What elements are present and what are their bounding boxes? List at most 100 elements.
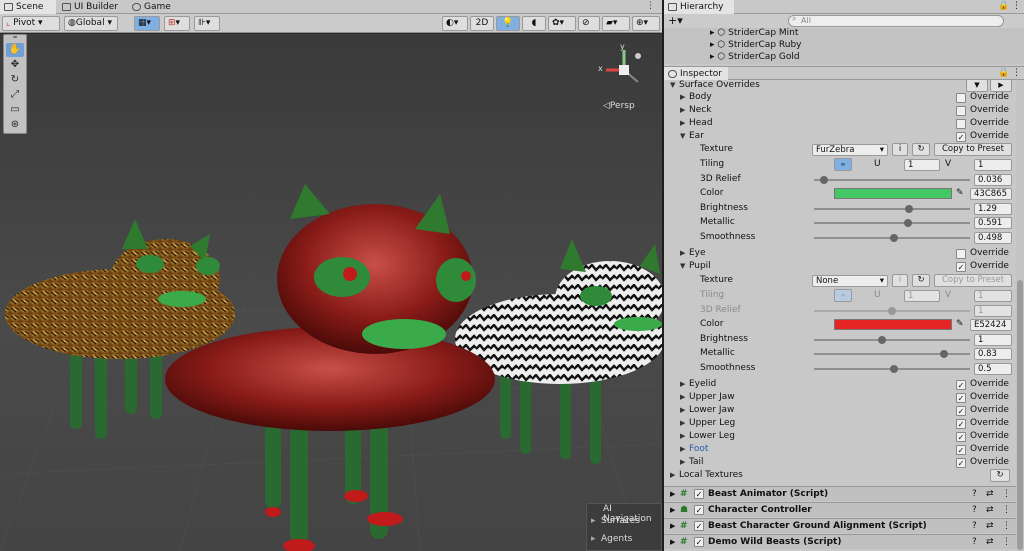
part-row-pupil[interactable]: ▼ Pupil ✓ Override [664,260,1016,273]
tool-strip-handle[interactable]: ═ [6,35,24,41]
ear-metallic-slider-handle[interactable] [903,219,912,227]
component-header[interactable]: ▶ ☗ ✓ Character Controller? ⇄ ⋮ [664,502,1016,517]
part-row-head[interactable]: ▶ Head Override [664,117,1016,130]
pupil-smoothness-field[interactable]: 0.5 [974,363,1012,375]
ear-reset-icon[interactable]: ↻ [912,143,930,156]
pupil-texture-info-icon[interactable]: i [892,274,908,287]
part-row-tail[interactable]: ▶ Tail ✓ Override [664,456,1016,469]
ear-smoothness-slider-handle[interactable] [889,234,898,242]
ear-brightness-field[interactable]: 1.29 [974,203,1012,215]
component-header[interactable]: ▶ # ✓ Demo Wild Beasts (Script)? ⇄ ⋮ [664,534,1016,549]
tab-game[interactable]: Game [128,0,178,14]
inspector-lock-icon[interactable]: 🔒 [998,68,1009,78]
component-menu-icon[interactable]: ⋮ [1002,487,1011,501]
pupil-color-hex-field[interactable]: E52424 [970,319,1012,331]
effects-dropdown[interactable]: ✿▾ [548,16,576,31]
override-checkbox[interactable] [956,106,966,116]
transform-tool-icon[interactable]: ⊛ [6,118,24,132]
pupil-tiling-link-icon[interactable]: ∞ [834,289,852,302]
component-header[interactable]: ▶ # ✓ Beast Character Ground Alignment (Scr… [664,518,1016,533]
audio-toggle[interactable]: ◖ [522,16,546,31]
mode-2d-toggle[interactable]: 2D [470,16,494,31]
override-checkbox[interactable] [956,119,966,129]
orientation-gizmo[interactable]: y x [598,42,650,94]
pupil-brightness-field[interactable]: 1 [974,334,1012,346]
preset-icon[interactable]: ⇄ [986,535,994,549]
hidden-objects-toggle[interactable]: ⊘ [578,16,600,31]
pivot-dropdown[interactable]: ⌞ Pivot ▾ [2,16,60,31]
pupil-tiling-u-field[interactable]: 1 [904,290,940,302]
ear-relief-slider-handle[interactable] [820,176,829,184]
component-enabled-checkbox[interactable]: ✓ [694,537,704,547]
camera-dropdown[interactable]: ▰▾ [602,16,630,31]
kebab-menu-icon[interactable]: ⋮ [646,1,655,11]
scene-viewport[interactable]: y x ◁Persp ═ ✋ ✥ ↻ ⤢ ▭ ⊛ [0,34,662,551]
pupil-relief-field[interactable]: 1 [974,305,1012,317]
help-icon[interactable]: ? [972,535,977,549]
ear-texture-dropdown[interactable]: FurZebra ▾ [812,144,888,156]
rect-tool-icon[interactable]: ▭ [6,103,24,117]
hierarchy-menu-icon[interactable]: ⋮ [1012,1,1021,11]
move-tool-icon[interactable]: ✥ [6,58,24,72]
pupil-tiling-v-field[interactable]: 1 [974,290,1012,302]
component-enabled-checkbox[interactable]: ✓ [694,521,704,531]
override-checkbox[interactable]: ✓ [956,406,966,416]
override-checkbox[interactable]: ✓ [956,445,966,455]
surfaces-arrow-icon[interactable]: ▸ [591,516,596,526]
hierarchy-item[interactable]: ▸ ⬡ StriderCap Gold [710,52,800,63]
shading-mode-button[interactable]: ◐▾ [442,16,468,31]
rotate-tool-icon[interactable]: ↻ [6,73,24,87]
override-checkbox[interactable] [956,93,966,103]
eyedropper-icon[interactable]: ✎ [956,187,964,200]
override-checkbox[interactable]: ✓ [956,380,966,390]
lock-icon[interactable]: 🔒 [998,1,1009,11]
pupil-metallic-field[interactable]: 0.83 [974,348,1012,360]
pupil-reset-icon[interactable]: ↻ [912,274,930,287]
ear-tiling-link-icon[interactable]: ∞ [834,158,852,171]
override-checkbox[interactable]: ✓ [956,419,966,429]
component-header[interactable]: ▶ # ✓ Beast Animator (Script)? ⇄ ⋮ [664,486,1016,501]
part-row-ear[interactable]: ▼ Ear ✓ Override [664,130,1016,143]
part-row-lower-leg[interactable]: ▶ Lower Leg ✓ Override [664,430,1016,443]
help-icon[interactable]: ? [972,503,977,517]
persp-label[interactable]: ◁Persp [603,101,635,111]
ear-color-swatch[interactable] [834,188,952,199]
part-row-lower-jaw[interactable]: ▶ Lower Jaw ✓ Override [664,404,1016,417]
ear-tiling-u-field[interactable]: 1 [904,159,940,171]
ai-nav-agents[interactable]: Agents [601,534,632,544]
help-icon[interactable]: ? [972,519,977,533]
ear-smoothness-field[interactable]: 0.498 [974,232,1012,244]
component-menu-icon[interactable]: ⋮ [1002,535,1011,549]
pupil-copy-to-preset-button[interactable]: Copy to Preset [934,274,1012,287]
ear-color-hex-field[interactable]: 43C865 [970,188,1012,200]
lighting-toggle[interactable]: 💡 [496,16,520,31]
help-icon[interactable]: ? [972,487,977,501]
align-button[interactable]: ⊪▾ [194,16,220,31]
part-row-upper-jaw[interactable]: ▶ Upper Jaw ✓ Override [664,391,1016,404]
pupil-relief-slider-handle[interactable] [888,307,896,315]
scrollbar-thumb[interactable] [1017,280,1023,550]
ear-brightness-slider-handle[interactable] [905,205,914,213]
tab-ui-builder[interactable]: UI Builder [58,0,128,14]
hierarchy-item[interactable]: ▸ ⬡ StriderCap Mint [710,28,798,39]
part-row-upper-leg[interactable]: ▶ Upper Leg ✓ Override [664,417,1016,430]
pupil-color-swatch[interactable] [834,319,952,330]
hand-tool-icon[interactable]: ✋ [6,43,24,57]
override-checkbox[interactable]: ✓ [956,132,966,142]
override-checkbox[interactable] [956,249,966,259]
ear-metallic-field[interactable]: 0.591 [974,217,1012,229]
agents-arrow-icon[interactable]: ▸ [591,534,596,544]
override-checkbox[interactable]: ✓ [956,432,966,442]
scale-tool-icon[interactable]: ⤢ [6,88,24,102]
preset-icon[interactable]: ⇄ [986,519,994,533]
local-textures-refresh-icon[interactable]: ↻ [990,469,1010,482]
snap-increment-button[interactable]: ⊞▾ [164,16,190,31]
part-row-eyelid[interactable]: ▶ Eyelid ✓ Override [664,378,1016,391]
grid-snap-button[interactable]: ▦▾ [134,16,160,31]
part-row-foot[interactable]: ▶ Foot ✓ Override [664,443,1016,456]
ear-texture-info-icon[interactable]: i [892,143,908,156]
component-menu-icon[interactable]: ⋮ [1002,519,1011,533]
part-row-eye[interactable]: ▶ Eye Override [664,247,1016,260]
hierarchy-item[interactable]: ▸ ⬡ StriderCap Ruby [710,40,801,51]
ear-tiling-v-field[interactable]: 1 [974,159,1012,171]
